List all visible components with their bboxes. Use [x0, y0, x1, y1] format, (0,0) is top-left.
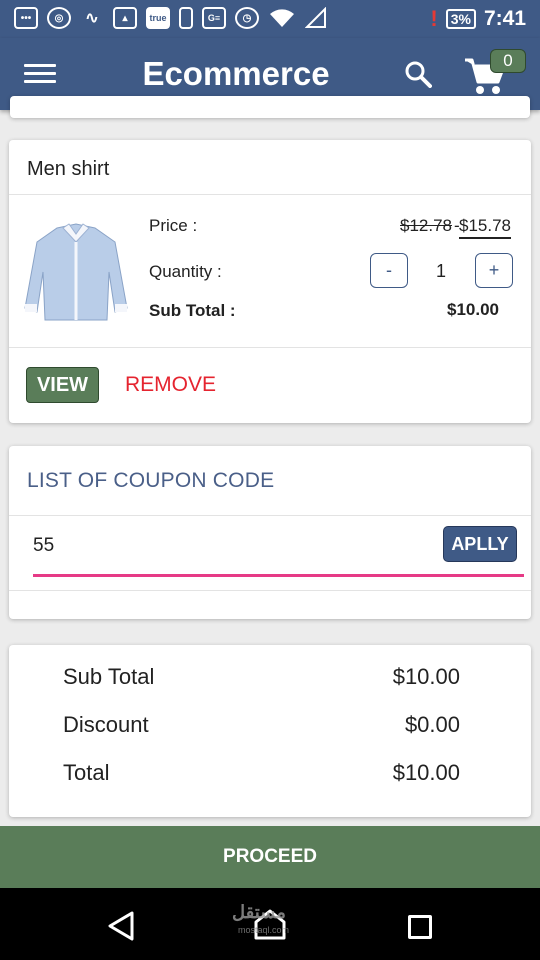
- coupon-title: LIST OF COUPON CODE: [27, 469, 275, 492]
- watermark-url: mostaql.com: [238, 925, 290, 935]
- system-nav-bar: مستقل mostaql.com: [0, 888, 540, 960]
- remove-button[interactable]: REMOVE: [125, 373, 216, 397]
- subtotal-value: $10.00: [447, 300, 499, 319]
- true-label: true: [149, 13, 167, 23]
- totals-total-label: Total: [63, 760, 110, 785]
- totals-discount-value: $0.00: [404, 712, 460, 737]
- quantity-increase-button[interactable]: +: [475, 253, 513, 288]
- pulse-icon: ∿: [85, 10, 99, 27]
- product-image: [24, 223, 128, 321]
- quantity-label: Quantity :: [149, 262, 222, 281]
- image-icon: ▴: [113, 7, 137, 29]
- divider: [9, 194, 531, 195]
- recent-apps-icon[interactable]: [408, 915, 432, 939]
- price-label: Price :: [149, 216, 198, 235]
- apply-coupon-button[interactable]: APLLY: [443, 526, 517, 562]
- totals-card: Sub Total $10.00 Discount $0.00 Total $1…: [9, 645, 531, 817]
- cart-item-card: Men shirt Price : $12.78 - $15.78 Quanti…: [9, 140, 531, 423]
- view-button[interactable]: VIEW: [26, 367, 99, 403]
- ge-label: G≡: [207, 13, 221, 23]
- status-bar: ••• ◎ ∿ ▴ true G≡ ◷ ! 3% 7:41: [0, 0, 540, 38]
- quantity-value: 1: [435, 261, 446, 281]
- battery-indicator: 3%: [445, 9, 476, 29]
- sim-icon: [179, 7, 193, 29]
- price-new: $15.78: [459, 216, 511, 239]
- coupon-input[interactable]: [33, 531, 433, 561]
- coupon-card: LIST OF COUPON CODE APLLY: [9, 446, 531, 619]
- quantity-decrease-button[interactable]: -: [370, 253, 408, 288]
- coupon-input-underline: [33, 574, 524, 577]
- true-icon: true: [146, 7, 170, 29]
- proceed-button[interactable]: PROCEED: [0, 826, 540, 888]
- signal-icon: [305, 7, 326, 28]
- totals-total-value: $10.00: [392, 760, 460, 785]
- cart-count-badge: 0: [490, 49, 526, 73]
- totals-subtotal-value: $10.00: [392, 664, 460, 689]
- divider: [9, 590, 531, 591]
- clock: 7:41: [483, 7, 526, 30]
- battery-warning-icon: !: [430, 6, 438, 31]
- previous-card: [10, 96, 530, 118]
- divider: [9, 347, 531, 348]
- totals-subtotal-label: Sub Total: [63, 664, 155, 689]
- search-icon[interactable]: [404, 60, 432, 88]
- wifi-icon: [270, 9, 294, 27]
- ge-icon: G≡: [202, 7, 226, 29]
- divider: [9, 515, 531, 516]
- totals-discount-label: Discount: [63, 712, 149, 737]
- subtotal-label: Sub Total :: [149, 301, 236, 320]
- app-title: Ecommerce: [142, 55, 330, 92]
- chrome-icon: ◎: [47, 7, 71, 29]
- product-name: Men shirt: [27, 158, 110, 180]
- chat-icon: •••: [14, 7, 38, 29]
- watermark-logo: مستقل: [232, 902, 286, 922]
- alarm-icon: ◷: [235, 7, 259, 29]
- price-old: $12.78: [400, 216, 452, 235]
- back-icon[interactable]: [108, 911, 134, 941]
